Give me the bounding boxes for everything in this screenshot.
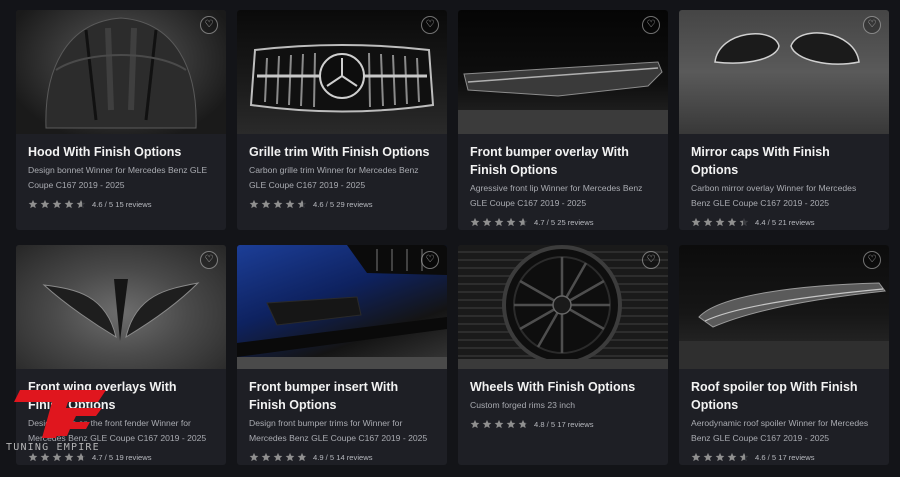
product-image[interactable]: ♡ <box>458 10 668 134</box>
star-icon <box>64 199 74 209</box>
product-card[interactable]: ♡ Front bumper overlay With Finish Optio… <box>458 10 668 230</box>
rating-row: 4.6 / 5 15 reviews <box>28 199 214 209</box>
star-icon <box>285 452 295 462</box>
rating-text: 4.6 / 5 17 reviews <box>755 452 815 462</box>
star-icon <box>285 199 295 209</box>
star-icon <box>249 199 259 209</box>
rating-text: 4.4 / 5 21 reviews <box>755 217 815 227</box>
product-description: Design bonnet Winner for Mercedes Benz G… <box>28 165 208 190</box>
star-icon <box>40 199 50 209</box>
star-icon <box>273 199 283 209</box>
star-icon <box>506 217 516 227</box>
product-card[interactable]: ♡ Roof spoiler top With Finish Options A… <box>679 245 889 465</box>
product-title[interactable]: Roof spoiler top With Finish Options <box>691 378 877 414</box>
product-title[interactable]: Grille trim With Finish Options <box>249 143 435 161</box>
brand-logo: TUNING EMPIRE <box>6 384 156 464</box>
star-icon <box>297 199 307 209</box>
star-rating <box>470 419 528 429</box>
star-icon <box>715 452 725 462</box>
star-icon <box>715 217 725 227</box>
product-title[interactable]: Front bumper overlay With Finish Options <box>470 143 656 179</box>
product-card[interactable]: ♡ Grille trim With Finish Options Carbon… <box>237 10 447 230</box>
product-card[interactable]: ♡ Wheels With Finish Options Custom forg… <box>458 245 668 465</box>
heart-icon[interactable]: ♡ <box>642 251 660 269</box>
star-icon <box>28 199 38 209</box>
rating-row: 4.7 / 5 25 reviews <box>470 217 656 227</box>
product-image[interactable]: ♡ <box>679 10 889 134</box>
product-description: Agressive front lip Winner for Mercedes … <box>470 183 643 208</box>
star-icon <box>518 419 528 429</box>
heart-icon[interactable]: ♡ <box>863 16 881 34</box>
product-description: Aerodynamic roof spoiler Winner for Merc… <box>691 418 869 443</box>
star-icon <box>691 217 701 227</box>
star-icon <box>261 452 271 462</box>
te-monogram-icon <box>14 390 106 438</box>
product-description: Design front bumper trims for Winner for… <box>249 418 428 443</box>
rating-text: 4.9 / 5 14 reviews <box>313 452 373 462</box>
star-icon <box>703 452 713 462</box>
product-card[interactable]: ♡ Front bumper insert With Finish Option… <box>237 245 447 465</box>
product-title[interactable]: Front bumper insert With Finish Options <box>249 378 435 414</box>
star-icon <box>470 217 480 227</box>
heart-icon[interactable]: ♡ <box>642 16 660 34</box>
product-card[interactable]: ♡ Hood With Finish Options Design bonnet… <box>16 10 226 230</box>
product-image[interactable]: ♡ <box>237 10 447 134</box>
star-rating <box>249 452 307 462</box>
star-rating <box>28 199 86 209</box>
star-icon <box>739 217 749 227</box>
star-rating <box>249 199 307 209</box>
star-icon <box>506 419 516 429</box>
star-icon <box>494 217 504 227</box>
product-description: Custom forged rims 23 inch <box>470 400 576 410</box>
heart-icon[interactable]: ♡ <box>421 16 439 34</box>
product-card[interactable]: ♡ Mirror caps With Finish Options Carbon… <box>679 10 889 230</box>
product-description: Carbon mirror overlay Winner for Mercede… <box>691 183 857 208</box>
product-title[interactable]: Hood With Finish Options <box>28 143 214 161</box>
star-icon <box>482 217 492 227</box>
heart-icon[interactable]: ♡ <box>200 251 218 269</box>
product-description: Carbon grille trim Winner for Mercedes B… <box>249 165 419 190</box>
star-icon <box>703 217 713 227</box>
rating-text: 4.6 / 5 29 reviews <box>313 199 373 209</box>
star-icon <box>261 199 271 209</box>
star-icon <box>727 217 737 227</box>
rating-text: 4.6 / 5 15 reviews <box>92 199 152 209</box>
star-icon <box>249 452 259 462</box>
product-image[interactable]: ♡ <box>458 245 668 369</box>
rating-text: 4.7 / 5 25 reviews <box>534 217 594 227</box>
star-icon <box>52 199 62 209</box>
heart-icon[interactable]: ♡ <box>863 251 881 269</box>
star-icon <box>76 199 86 209</box>
product-image[interactable]: ♡ <box>679 245 889 369</box>
product-image[interactable]: ♡ <box>237 245 447 369</box>
logo-text: TUNING EMPIRE <box>6 442 100 453</box>
star-icon <box>739 452 749 462</box>
product-title[interactable]: Mirror caps With Finish Options <box>691 143 877 179</box>
star-rating <box>691 217 749 227</box>
heart-icon[interactable]: ♡ <box>421 251 439 269</box>
star-icon <box>494 419 504 429</box>
star-icon <box>482 419 492 429</box>
product-image[interactable]: ♡ <box>16 10 226 134</box>
star-icon <box>727 452 737 462</box>
star-icon <box>691 452 701 462</box>
heart-icon[interactable]: ♡ <box>200 16 218 34</box>
star-rating <box>470 217 528 227</box>
rating-row: 4.6 / 5 17 reviews <box>691 452 877 462</box>
star-icon <box>273 452 283 462</box>
rating-row: 4.9 / 5 14 reviews <box>249 452 435 462</box>
star-icon <box>470 419 480 429</box>
rating-row: 4.4 / 5 21 reviews <box>691 217 877 227</box>
rating-row: 4.6 / 5 29 reviews <box>249 199 435 209</box>
rating-row: 4.8 / 5 17 reviews <box>470 419 656 429</box>
star-rating <box>691 452 749 462</box>
star-icon <box>518 217 528 227</box>
product-image[interactable]: ♡ <box>16 245 226 369</box>
star-icon <box>297 452 307 462</box>
product-title[interactable]: Wheels With Finish Options <box>470 378 656 396</box>
rating-text: 4.8 / 5 17 reviews <box>534 419 594 429</box>
